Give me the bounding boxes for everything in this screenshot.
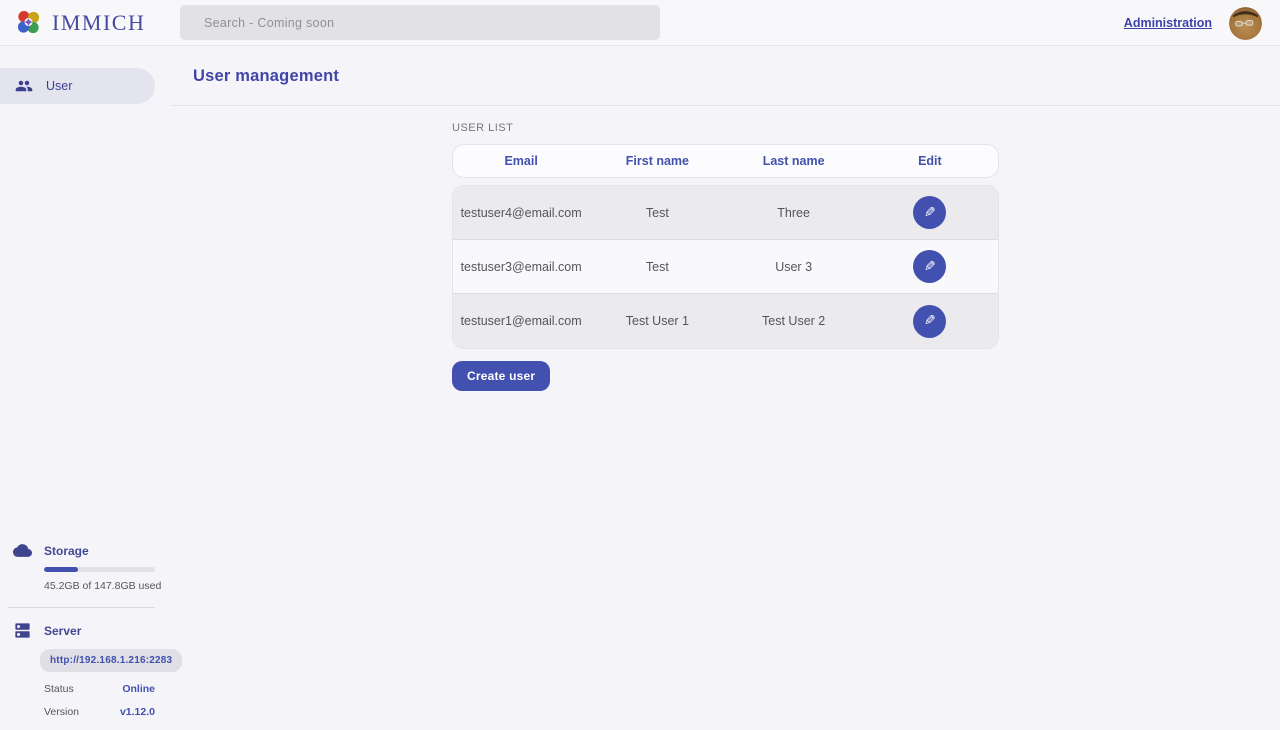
pencil-icon: ✎ <box>924 314 936 328</box>
storage-progress-bar <box>44 567 155 572</box>
top-bar: IMMICH Administration <box>0 0 1280 46</box>
sidebar: User Storage 45.2GB of 147.8GB used Serv… <box>0 47 170 730</box>
cell-last-name: Three <box>726 206 862 220</box>
server-version-label: Version <box>44 706 79 718</box>
cell-first-name: Test User 1 <box>589 314 725 328</box>
column-header-first-name: First name <box>589 154 725 168</box>
server-icon <box>13 621 32 640</box>
brand[interactable]: IMMICH <box>14 8 145 37</box>
server-version-value: v1.12.0 <box>120 706 155 718</box>
column-header-last-name: Last name <box>726 154 862 168</box>
edit-user-button[interactable]: ✎ <box>913 196 946 229</box>
server-version-row: Version v1.12.0 <box>44 706 155 718</box>
cell-email: testuser4@email.com <box>453 206 589 220</box>
administration-link[interactable]: Administration <box>1124 16 1212 30</box>
table-row: testuser1@email.com Test User 1 Test Use… <box>453 294 998 348</box>
table-header-row: Email First name Last name Edit <box>452 144 999 178</box>
server-label: Server <box>44 624 81 638</box>
avatar-image <box>1229 7 1262 40</box>
storage-section-header: Storage <box>13 541 170 560</box>
cell-last-name: User 3 <box>726 260 862 274</box>
page-header: User management <box>170 47 1280 106</box>
user-avatar[interactable] <box>1229 7 1262 40</box>
storage-progress-fill <box>44 567 78 572</box>
user-list-section: USER LIST Email First name Last name Edi… <box>170 106 1280 391</box>
cell-email: testuser3@email.com <box>453 260 589 274</box>
cell-email: testuser1@email.com <box>453 314 589 328</box>
edit-user-button[interactable]: ✎ <box>913 250 946 283</box>
search-input[interactable] <box>180 5 660 40</box>
cell-first-name: Test <box>589 260 725 274</box>
table-row: testuser4@email.com Test Three ✎ <box>453 186 998 240</box>
create-user-button[interactable]: Create user <box>452 361 550 391</box>
section-label: USER LIST <box>452 122 1280 134</box>
users-group-icon <box>15 77 33 95</box>
page-title: User management <box>193 67 339 86</box>
server-status-label: Status <box>44 683 74 695</box>
server-url-badge: http://192.168.1.216:2283 <box>40 649 182 672</box>
cloud-icon <box>13 541 32 560</box>
edit-user-button[interactable]: ✎ <box>913 305 946 338</box>
table-row: testuser3@email.com Test User 3 ✎ <box>453 240 998 294</box>
immich-flower-icon <box>14 8 43 37</box>
topbar-right: Administration <box>1124 0 1262 46</box>
user-table-body: testuser4@email.com Test Three ✎ testuse… <box>452 185 999 349</box>
cell-first-name: Test <box>589 206 725 220</box>
column-header-edit: Edit <box>862 154 998 168</box>
pencil-icon: ✎ <box>924 206 936 220</box>
cell-last-name: Test User 2 <box>726 314 862 328</box>
brand-name: IMMICH <box>52 10 145 36</box>
server-status-row: Status Online <box>44 683 155 695</box>
sidebar-item-user-label: User <box>46 79 72 93</box>
pencil-icon: ✎ <box>924 260 936 274</box>
storage-usage-text: 45.2GB of 147.8GB used <box>44 580 170 592</box>
sidebar-footer: Storage 45.2GB of 147.8GB used Server ht… <box>0 541 170 718</box>
sidebar-item-user[interactable]: User <box>0 68 155 104</box>
server-section-header: Server <box>13 621 170 640</box>
main-area: User management USER LIST Email First na… <box>170 47 1280 730</box>
sidebar-divider <box>8 607 155 608</box>
server-status-value: Online <box>122 683 155 695</box>
column-header-email: Email <box>453 154 589 168</box>
storage-label: Storage <box>44 544 89 558</box>
